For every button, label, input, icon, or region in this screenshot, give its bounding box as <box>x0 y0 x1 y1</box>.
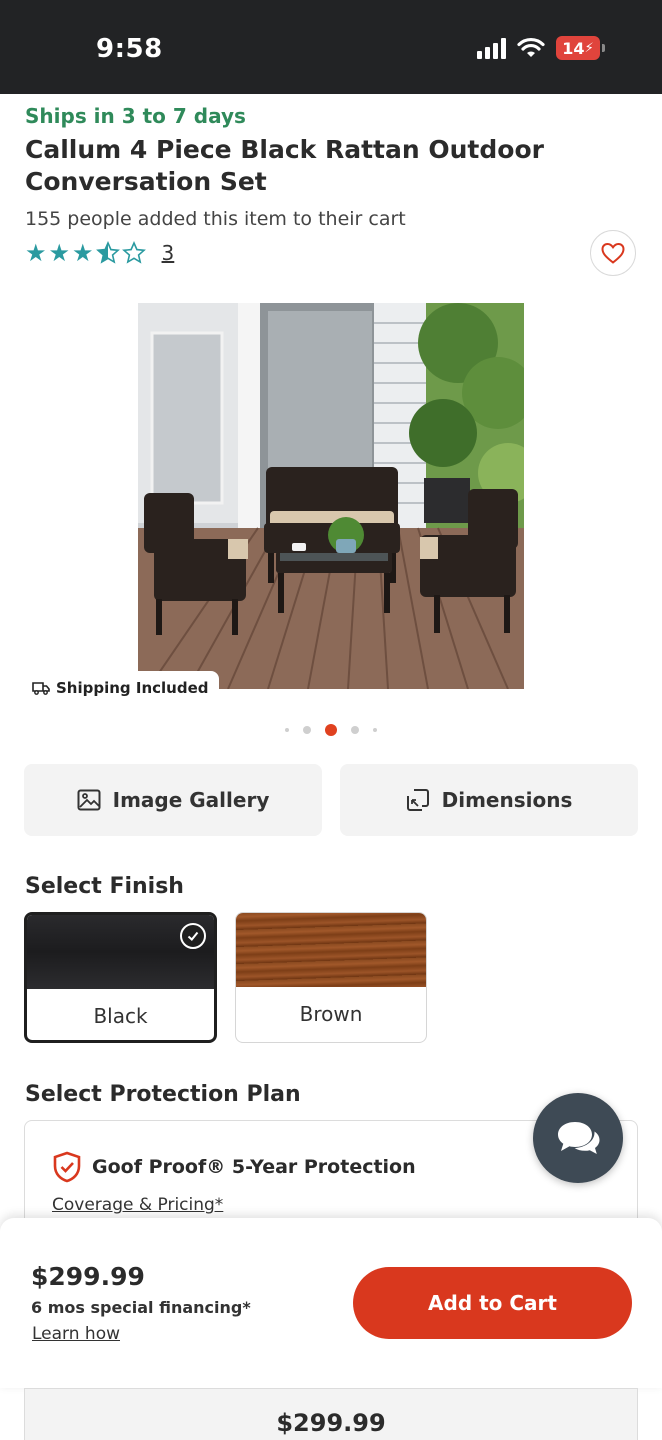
finish-option-label: Black <box>93 1004 148 1028</box>
star-empty-icon <box>121 241 146 264</box>
shipping-included-label: Shipping Included <box>56 679 209 697</box>
carousel-dot-active[interactable] <box>325 724 337 736</box>
price-summary-panel: $299.99 <box>24 1388 638 1440</box>
learn-how-link[interactable]: Learn how <box>32 1324 120 1344</box>
image-carousel-dots[interactable] <box>0 724 662 736</box>
wifi-icon <box>517 37 545 57</box>
shield-check-icon <box>53 1151 81 1183</box>
carousel-dot[interactable] <box>285 728 289 732</box>
price: $299.99 <box>31 1262 145 1291</box>
financing-text: 6 mos special financing* <box>31 1298 251 1317</box>
carousel-dot[interactable] <box>303 726 311 734</box>
carousel-dot[interactable] <box>351 726 359 734</box>
carousel-dot[interactable] <box>373 728 377 732</box>
finish-option-label: Brown <box>299 1002 363 1026</box>
protection-plan-row[interactable]: Goof Proof® 5-Year Protection <box>52 1151 416 1183</box>
battery-icon: 14 ⚡ <box>556 36 605 60</box>
star-full-icon: ★ <box>48 239 71 267</box>
battery-level: 14 <box>562 38 585 58</box>
protection-plan-name: Goof Proof® 5-Year Protection <box>92 1156 416 1178</box>
add-to-cart-button[interactable]: Add to Cart <box>353 1267 632 1339</box>
cart-count-text: 155 people added this item to their cart <box>25 208 406 230</box>
sticky-purchase-bar: $299.99 6 mos special financing* Learn h… <box>0 1218 662 1388</box>
finish-swatch-brown <box>236 913 426 987</box>
chat-bubbles-icon <box>558 1122 600 1154</box>
truck-icon <box>32 682 50 695</box>
select-finish-title: Select Finish <box>25 874 184 899</box>
product-title: Callum 4 Piece Black Rattan Outdoor Conv… <box>25 135 544 196</box>
patio-set-illustration <box>138 303 524 689</box>
finish-option-brown[interactable]: Brown <box>235 912 427 1043</box>
shipping-eta: Ships in 3 to 7 days <box>25 104 246 128</box>
rating-stars[interactable]: ★ ★ ★ 3 <box>25 240 174 266</box>
coverage-pricing-link[interactable]: Coverage & Pricing* <box>52 1195 223 1215</box>
favorite-button[interactable] <box>590 230 636 276</box>
status-time: 9:58 <box>96 34 163 64</box>
status-bar: 9:58 14 ⚡ <box>0 0 662 94</box>
dimensions-icon <box>406 789 429 811</box>
status-icons: 14 ⚡ <box>477 36 605 60</box>
image-gallery-label: Image Gallery <box>112 788 270 812</box>
star-half-icon <box>95 241 120 264</box>
check-icon <box>180 923 206 949</box>
review-count-link[interactable]: 3 <box>162 241 175 265</box>
image-gallery-button[interactable]: Image Gallery <box>24 764 322 836</box>
product-image[interactable] <box>138 303 524 689</box>
signal-icon <box>477 37 506 59</box>
heart-icon <box>601 242 625 264</box>
dimensions-label: Dimensions <box>441 788 573 812</box>
image-icon <box>77 789 101 811</box>
star-full-icon: ★ <box>25 239 47 267</box>
summary-price: $299.99 <box>276 1409 386 1437</box>
finish-option-black[interactable]: Black <box>24 912 217 1043</box>
chat-button[interactable] <box>533 1093 623 1183</box>
dimensions-button[interactable]: Dimensions <box>340 764 638 836</box>
star-full-icon: ★ <box>72 239 94 267</box>
select-protection-title: Select Protection Plan <box>25 1082 301 1107</box>
shipping-included-tag: Shipping Included <box>22 671 219 705</box>
